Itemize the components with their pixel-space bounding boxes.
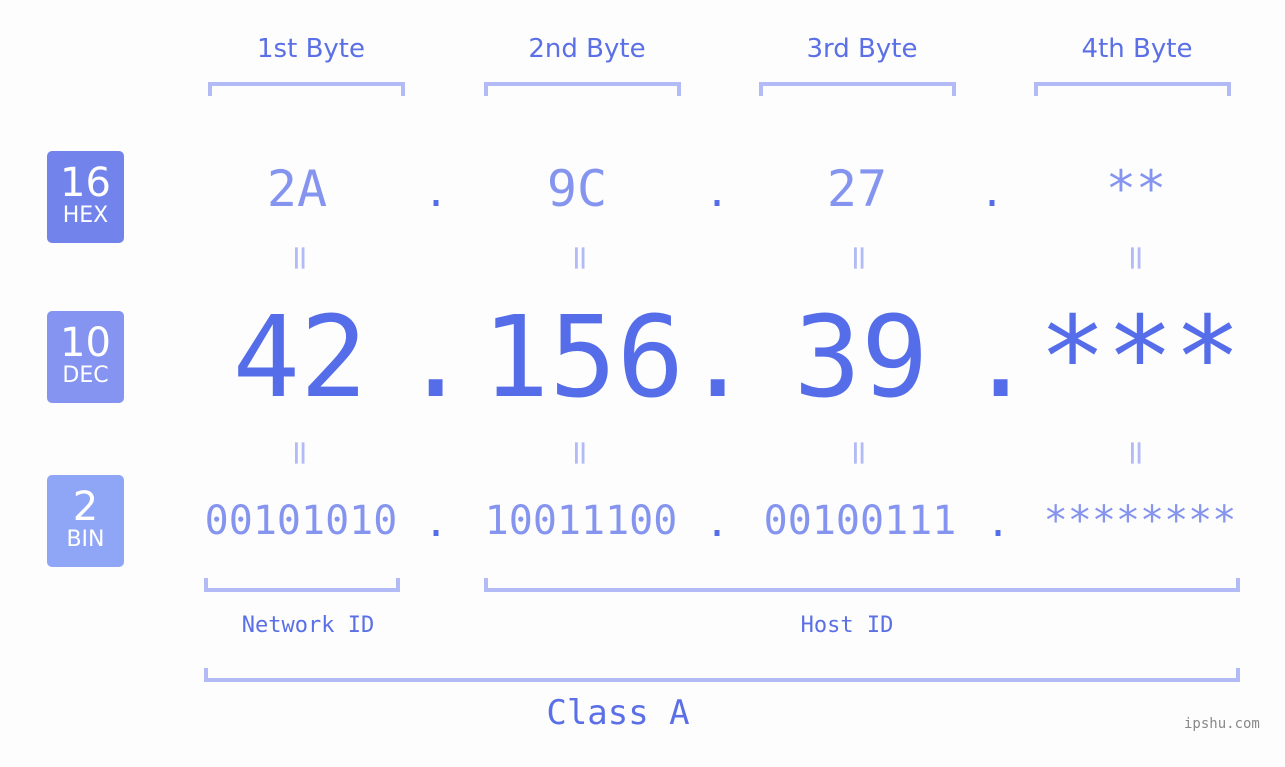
bin-separator-3: .	[986, 500, 1011, 546]
dec-badge-number: 10	[60, 320, 111, 366]
hex-byte-2: 9C	[546, 160, 608, 218]
equals-hex-dec-3: =	[839, 243, 879, 273]
host-bracket	[484, 578, 1240, 592]
equals-hex-dec-4: =	[1116, 243, 1156, 273]
network-id-label: Network ID	[241, 613, 375, 638]
hex-byte-1: 2A	[266, 160, 328, 218]
bin-badge: 2 BIN	[47, 475, 124, 567]
dec-byte-1: 42	[232, 293, 368, 423]
bin-byte-4: ********	[1043, 498, 1237, 544]
hex-separator-2: .	[705, 170, 730, 216]
bin-byte-2: 10011100	[484, 498, 678, 544]
dec-badge: 10 DEC	[47, 311, 124, 403]
bin-badge-number: 2	[72, 484, 99, 530]
byte-header-3: 3rd Byte	[806, 34, 918, 64]
hex-badge: 16 HEX	[47, 151, 124, 243]
bin-separator-2: .	[705, 500, 730, 546]
hex-badge-label: HEX	[62, 203, 109, 228]
equals-dec-bin-2: =	[560, 438, 600, 468]
byte-bracket-2	[484, 82, 681, 96]
byte-bracket-4	[1034, 82, 1231, 96]
dec-byte-4: ***	[1038, 293, 1242, 423]
dec-separator-3: .	[967, 293, 1035, 423]
byte-header-1: 1st Byte	[257, 34, 365, 64]
bin-badge-label: BIN	[66, 527, 105, 552]
byte-header-4: 4th Byte	[1081, 34, 1193, 64]
bin-byte-1: 00101010	[204, 498, 398, 544]
equals-hex-dec-1: =	[280, 243, 320, 273]
equals-hex-dec-2: =	[560, 243, 600, 273]
host-id-label: Host ID	[800, 613, 894, 638]
hex-separator-1: .	[424, 170, 449, 216]
dec-separator-1: .	[402, 293, 470, 423]
byte-bracket-3	[759, 82, 956, 96]
hex-separator-3: .	[980, 170, 1005, 216]
equals-dec-bin-1: =	[280, 438, 320, 468]
bin-byte-3: 00100111	[763, 498, 957, 544]
dec-separator-2: .	[684, 293, 752, 423]
byte-bracket-1	[208, 82, 405, 96]
network-bracket	[204, 578, 400, 592]
byte-header-2: 2nd Byte	[528, 34, 646, 64]
dec-byte-3: 39	[793, 293, 929, 423]
dec-byte-2: 156	[481, 293, 685, 423]
dec-badge-label: DEC	[62, 363, 109, 388]
bin-separator-1: .	[424, 500, 449, 546]
class-label: Class A	[546, 693, 690, 733]
hex-badge-number: 16	[60, 160, 111, 206]
equals-dec-bin-4: =	[1116, 438, 1156, 468]
hex-byte-3: 27	[826, 160, 888, 218]
watermark: ipshu.com	[1184, 716, 1260, 732]
hex-byte-4: **	[1105, 160, 1167, 218]
equals-dec-bin-3: =	[839, 438, 879, 468]
class-bracket	[204, 668, 1240, 682]
